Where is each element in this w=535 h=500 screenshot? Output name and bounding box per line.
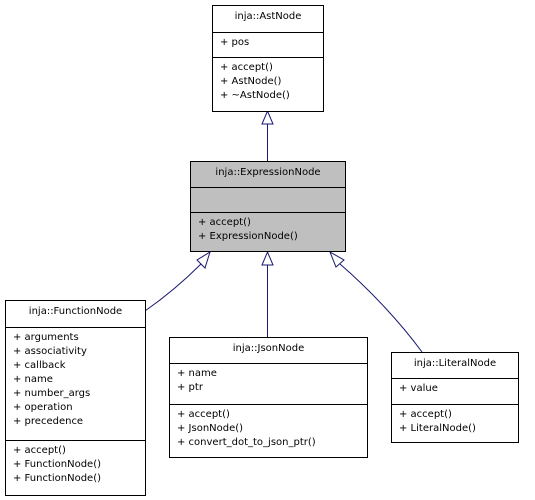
class-name: inja::ExpressionNode — [215, 167, 321, 178]
method: + LiteralNode() — [399, 423, 476, 434]
class-methods: + accept() + AstNode() + ~AstNode() — [213, 57, 323, 103]
class-methods: + accept() + JsonNode() + convert_dot_to… — [170, 404, 367, 450]
class-name: inja::JsonNode — [232, 343, 305, 354]
attribute: + name — [13, 374, 53, 385]
class-name: inja::LiteralNode — [413, 358, 497, 369]
method: + accept() — [198, 217, 251, 228]
attribute: + arguments — [13, 332, 79, 343]
method: + convert_dot_to_json_ptr() — [177, 437, 316, 448]
method: + JsonNode() — [177, 423, 244, 434]
attribute: + pos — [220, 37, 250, 48]
method: + accept() — [13, 445, 66, 456]
edge-function-to-expression — [144, 263, 202, 312]
method: + accept() — [177, 409, 230, 420]
attribute: + number_args — [13, 388, 91, 399]
method: + ExpressionNode() — [198, 231, 298, 242]
class-methods: + accept() + LiteralNode() — [392, 404, 518, 436]
attribute: + name — [177, 368, 217, 379]
method: + AstNode() — [220, 76, 282, 87]
inheritance-arrowhead — [329, 250, 345, 268]
inheritance-arrowhead — [261, 250, 274, 266]
class-name: inja::AstNode — [234, 11, 302, 22]
method: + accept() — [220, 62, 273, 73]
class-methods: + accept() + FunctionNode() + FunctionNo… — [6, 440, 145, 486]
class-methods: + accept() + ExpressionNode() — [191, 212, 345, 244]
class-name: inja::FunctionNode — [28, 306, 123, 317]
inheritance-arrowhead — [261, 109, 274, 125]
class-attributes: + pos — [213, 32, 323, 57]
attribute: + operation — [13, 402, 73, 413]
class-box-json-node[interactable]: inja::JsonNode + name + ptr + accept() +… — [169, 337, 368, 458]
attribute: + ptr — [177, 382, 203, 393]
class-attributes: + name + ptr — [170, 363, 367, 404]
method: + FunctionNode() — [13, 459, 101, 470]
attribute: + precedence — [13, 416, 84, 427]
class-attributes — [191, 187, 345, 212]
class-box-function-node[interactable]: inja::FunctionNode + arguments + associa… — [5, 300, 146, 496]
class-box-expression-node[interactable]: inja::ExpressionNode + accept() + Expres… — [190, 161, 346, 252]
attribute: + callback — [13, 360, 66, 371]
class-attributes: + value — [392, 378, 518, 404]
class-box-ast-node[interactable]: inja::AstNode + pos + accept() + AstNode… — [212, 5, 324, 112]
method: + accept() — [399, 409, 452, 420]
class-attributes: + arguments + associativity + callback +… — [6, 327, 145, 440]
attribute: + value — [399, 383, 438, 394]
method: + FunctionNode() — [13, 473, 101, 484]
attribute: + associativity — [13, 346, 87, 357]
class-box-literal-node[interactable]: inja::LiteralNode + value + accept() + L… — [391, 352, 519, 443]
method: + ~AstNode() — [220, 90, 290, 101]
